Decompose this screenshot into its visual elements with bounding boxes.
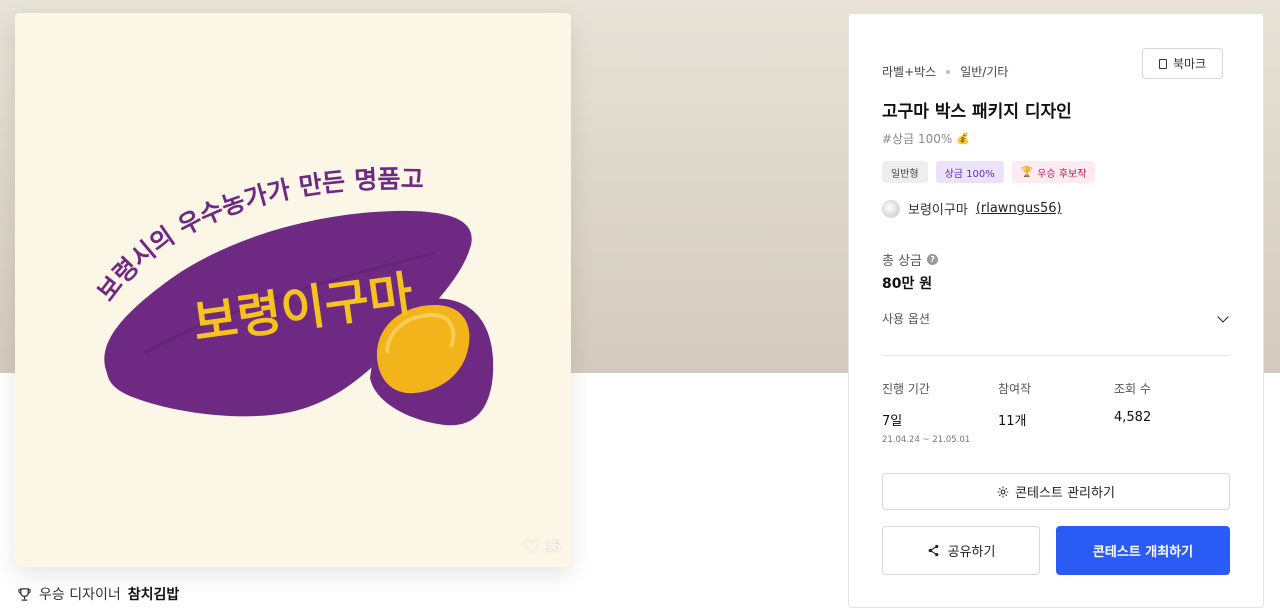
- badge-candidate: 🏆 우승 후보작: [1011, 161, 1096, 183]
- category-secondary[interactable]: 일반/기타: [960, 63, 1008, 80]
- avatar[interactable]: [882, 199, 900, 218]
- bookmark-icon: [1158, 58, 1167, 69]
- share-label: 공유하기: [947, 545, 996, 560]
- stat-value: 4,582: [1114, 410, 1152, 425]
- manage-contest-label: 콘테스트 관리하기: [1015, 486, 1115, 501]
- divider: [882, 355, 1230, 356]
- bookmark-button[interactable]: 북마크: [1142, 48, 1223, 79]
- badge-type: 일반형: [882, 161, 928, 183]
- badge-label: 상금 100%: [944, 168, 995, 180]
- trophy-icon: [18, 587, 31, 601]
- total-prize-value: 80만 원: [882, 276, 933, 292]
- like-count: 15: [544, 539, 561, 555]
- stat-views: 조회 수 4,582: [1114, 380, 1230, 445]
- help-icon[interactable]: ?: [927, 254, 939, 265]
- badge-label: 일반형: [891, 168, 919, 180]
- host-contest-label: 콘테스트 개최하기: [1092, 545, 1194, 560]
- badge-list: 일반형 상금 100% 🏆 우승 후보작: [882, 161, 1096, 183]
- like-counter[interactable]: ♡ 15: [523, 537, 561, 557]
- trophy-icon: 🏆: [1020, 166, 1034, 178]
- total-prize-label: 총 상금 ?: [882, 250, 939, 269]
- share-button[interactable]: 공유하기: [882, 526, 1040, 575]
- host-contest-button[interactable]: 콘테스트 개최하기: [1056, 526, 1230, 575]
- prize-tag-text: #상금 100%: [882, 132, 953, 146]
- badge-label: 우승 후보작: [1037, 168, 1087, 180]
- breadcrumb: 라벨+박스 일반/기타: [882, 63, 1008, 80]
- usage-options-toggle[interactable]: 사용 옵션: [882, 310, 1230, 327]
- separator-dot: [946, 69, 951, 74]
- stat-value: 7일: [882, 414, 903, 429]
- stat-value: 11개: [998, 414, 1027, 429]
- contest-stats: 진행 기간 7일 21.04.24 ~ 21.05.01 참여작 11개 조회 …: [882, 380, 1230, 445]
- contest-info-panel: 북마크 라벨+박스 일반/기타 고구마 박스 패키지 디자인 #상금 100% …: [848, 13, 1264, 608]
- sweet-potato-illustration: 보령시의 우수농가가 만든 명품고구마 보령이구마: [15, 13, 494, 426]
- contest-owner: 보령이구마 (rlawngus56): [882, 199, 1062, 218]
- owner-handle-link[interactable]: (rlawngus56): [976, 201, 1062, 216]
- winning-artwork-image[interactable]: 보령시의 우수농가가 만든 명품고구마 보령이구마 ♡ 15: [15, 13, 571, 567]
- bookmark-label: 북마크: [1172, 57, 1207, 71]
- winner-name[interactable]: 참치김밥: [128, 584, 180, 604]
- share-icon: [928, 544, 938, 557]
- stat-label: 참여작: [998, 382, 1032, 396]
- total-prize-label-text: 총 상금: [882, 254, 923, 269]
- badge-prize: 상금 100%: [935, 161, 1004, 183]
- heart-icon: ♡: [522, 535, 541, 559]
- chevron-down-icon: [1217, 310, 1229, 323]
- stat-duration: 진행 기간 7일 21.04.24 ~ 21.05.01: [882, 380, 998, 445]
- stat-label: 조회 수: [1114, 382, 1151, 396]
- stat-label: 진행 기간: [882, 382, 930, 396]
- manage-contest-button[interactable]: 콘테스트 관리하기: [882, 473, 1230, 510]
- usage-options-label: 사용 옵션: [882, 312, 930, 326]
- money-bag-icon: 💰: [956, 132, 970, 145]
- stat-sub: 21.04.24 ~ 21.05.01: [882, 435, 971, 445]
- category-primary[interactable]: 라벨+박스: [882, 63, 936, 80]
- prize-tag: #상금 100% 💰: [882, 130, 970, 147]
- winner-designer: 우승 디자이너 참치김밥: [17, 584, 179, 604]
- winner-label: 우승 디자이너: [39, 587, 121, 603]
- stat-entries: 참여작 11개: [998, 380, 1114, 445]
- owner-name: 보령이구마: [908, 203, 968, 218]
- page-title: 고구마 박스 패키지 디자인: [882, 102, 1072, 122]
- gear-icon: [997, 486, 1009, 497]
